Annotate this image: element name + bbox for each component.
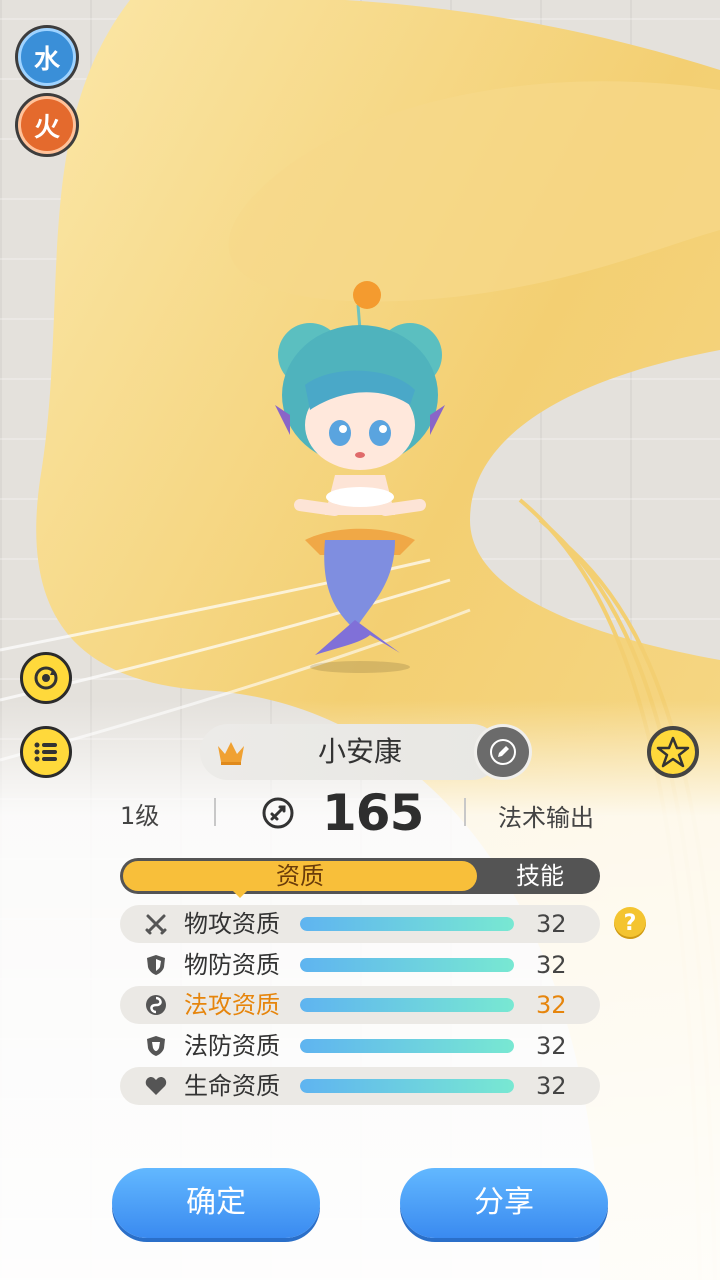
stat-row-physical-defense: 物防资质 32	[120, 946, 600, 984]
list-icon	[34, 742, 57, 762]
stat-value: 32	[536, 1072, 567, 1100]
water-element-badge[interactable]: 水	[18, 28, 76, 86]
stat-row-health: 生命资质 32	[120, 1067, 600, 1105]
stat-label: 法攻资质	[184, 991, 280, 1019]
pet-name: 小安康	[317, 735, 402, 768]
stat-value: 32	[536, 991, 567, 1019]
share-button[interactable]: 分享	[400, 1168, 608, 1238]
stat-bar-fill	[300, 1079, 514, 1093]
divider	[464, 798, 466, 826]
stat-bar	[300, 958, 514, 972]
stat-row-physical-attack: 物攻资质 32	[120, 905, 600, 943]
stat-label: 物攻资质	[184, 910, 280, 938]
stat-row-magic-attack: 法攻资质 32	[120, 986, 600, 1024]
stat-label: 法防资质	[184, 1032, 280, 1060]
confirm-button[interactable]: 确定	[112, 1168, 320, 1238]
stat-bar	[300, 917, 514, 931]
tab-bar: 资质 技能	[120, 858, 600, 894]
mermaid-character	[275, 281, 445, 673]
pet-name-bar: 小安康	[200, 724, 500, 780]
refresh-button[interactable]	[20, 652, 72, 704]
stat-bar	[300, 1079, 514, 1093]
combat-power-value: 165	[322, 784, 424, 842]
tab-aptitude[interactable]: 资质	[123, 861, 477, 891]
pet-role: 法术输出	[498, 804, 594, 832]
stat-bar	[300, 1039, 514, 1053]
stat-bar-fill	[300, 917, 514, 931]
refresh-icon	[34, 666, 58, 690]
sword-icon	[145, 914, 167, 935]
pencil-icon	[490, 739, 516, 765]
stat-label: 生命资质	[184, 1072, 280, 1100]
tab-pointer	[232, 890, 248, 898]
rename-button[interactable]	[474, 724, 532, 780]
crown-icon	[218, 742, 244, 765]
stat-bar-fill	[300, 958, 514, 972]
shield-icon	[147, 955, 165, 975]
magic-icon	[146, 995, 166, 1015]
stat-row-magic-defense: 法防资质 32	[120, 1027, 600, 1065]
combat-power-icon	[262, 797, 294, 829]
list-menu-button[interactable]	[20, 726, 72, 778]
stat-label: 物防资质	[184, 951, 280, 979]
stat-value: 32	[536, 1032, 567, 1060]
stat-bar-fill	[300, 1039, 514, 1053]
stat-bar-fill	[300, 998, 514, 1012]
stat-bar	[300, 998, 514, 1012]
tab-skills[interactable]: 技能	[480, 858, 600, 894]
stat-value: 32	[536, 951, 567, 979]
fire-element-badge[interactable]: 火	[18, 96, 76, 154]
magic-shield-icon	[147, 1036, 165, 1056]
star-icon	[656, 736, 690, 768]
favorite-button[interactable]	[647, 726, 699, 778]
stat-value: 32	[536, 910, 567, 938]
help-button[interactable]: ?	[614, 907, 646, 939]
heart-icon	[145, 1077, 167, 1095]
pet-level: 1级	[120, 802, 160, 830]
divider	[214, 798, 216, 826]
